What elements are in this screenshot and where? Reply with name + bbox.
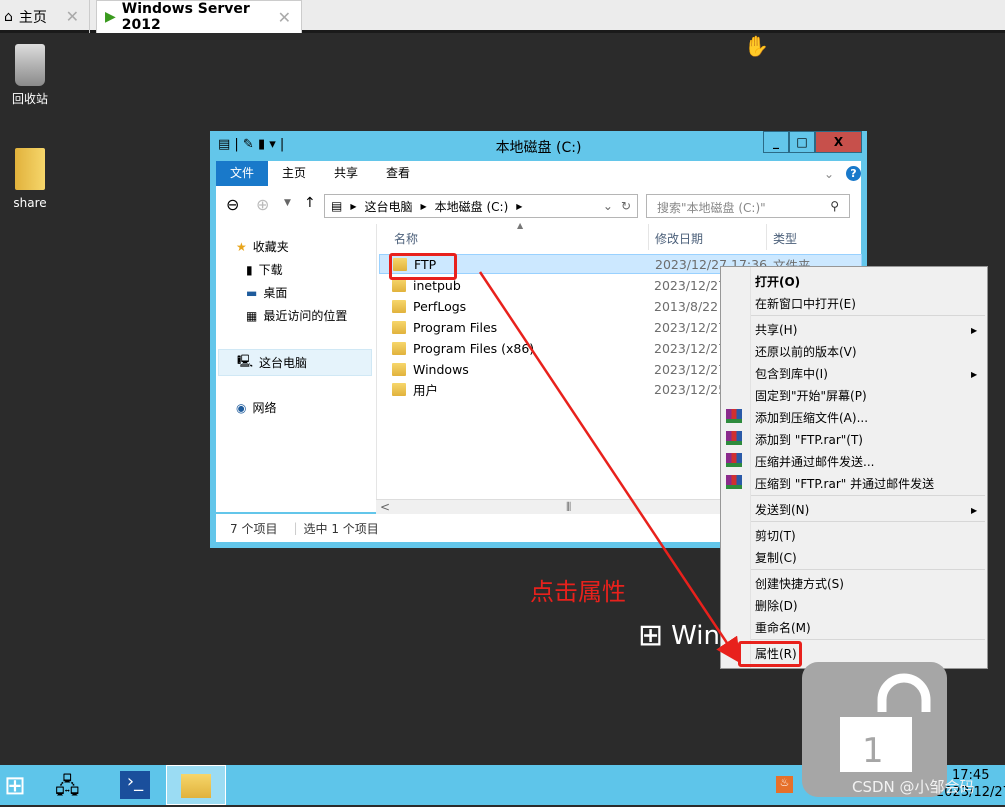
svg-text:1: 1: [862, 731, 884, 771]
folder-icon: [181, 774, 211, 798]
csdn-watermark: CSDN @小邹会码: [852, 778, 975, 796]
annotation-text: 点击属性: [530, 578, 626, 606]
powershell-icon[interactable]: ›_: [120, 771, 150, 799]
file-explorer-taskbar-button[interactable]: [166, 765, 226, 805]
tray-java-icon[interactable]: ♨: [776, 776, 793, 793]
start-button[interactable]: ⊞: [4, 771, 26, 801]
server-manager-icon[interactable]: 🖧: [55, 769, 89, 801]
